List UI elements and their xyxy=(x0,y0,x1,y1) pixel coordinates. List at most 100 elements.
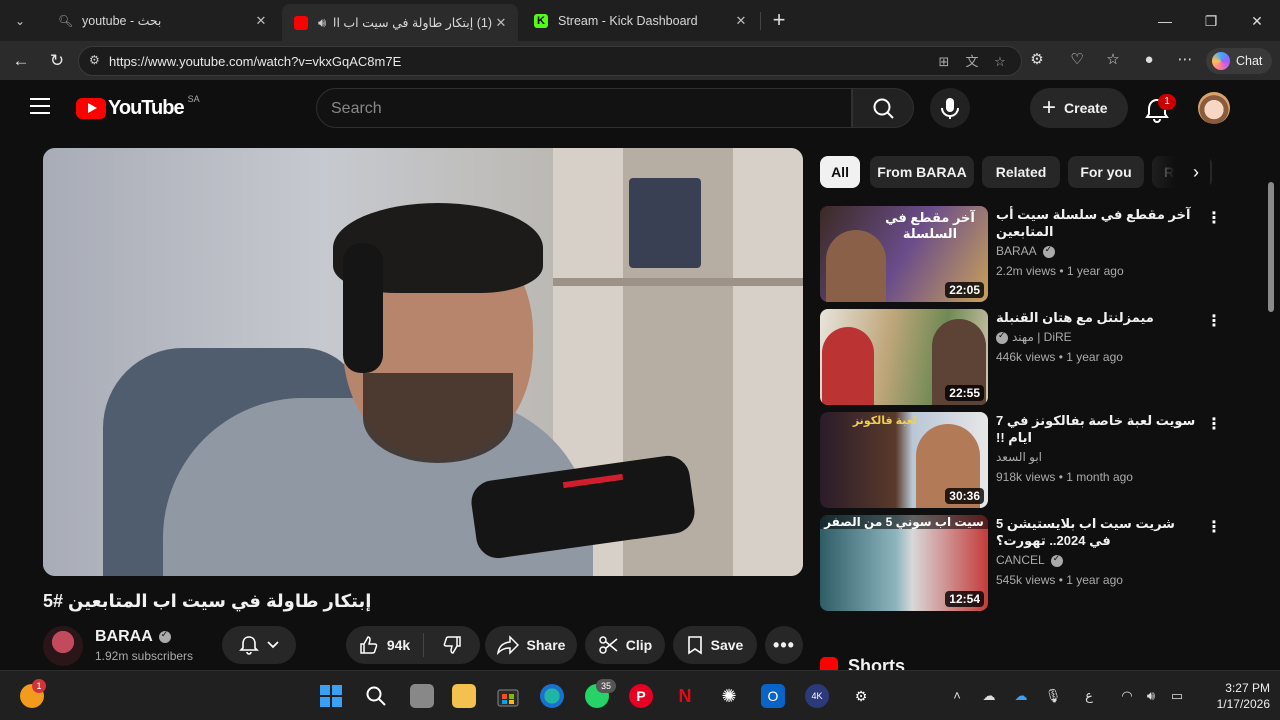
page-scrollbar[interactable] xyxy=(1266,170,1276,670)
input-language-indicator[interactable]: ع xyxy=(1080,687,1098,705)
more-vertical-icon[interactable]: ⋮ xyxy=(1206,519,1222,539)
profile-icon[interactable]: ● xyxy=(1138,49,1160,71)
extensions-icon[interactable]: ⚙ xyxy=(1026,49,1048,71)
task-view-icon[interactable] xyxy=(410,684,434,708)
like-button[interactable]: 94k xyxy=(346,633,424,657)
recommendation-title[interactable]: سويت لعبة خاصة بفالكونز في 7 ايام !! xyxy=(996,412,1196,446)
dislike-button[interactable] xyxy=(424,635,480,655)
reload-button[interactable]: ↻ xyxy=(44,49,70,73)
video-thumbnail[interactable]: سيت اب سوني 5 من الصفر 12:54 xyxy=(820,515,988,611)
youtube-logo[interactable]: YouTube SA xyxy=(76,94,200,120)
more-menu-icon[interactable]: ⋯ xyxy=(1174,49,1196,71)
4k-video-downloader-icon[interactable]: 4K xyxy=(805,684,829,708)
system-clock[interactable]: 3:27 PM 1/17/2026 xyxy=(1200,680,1270,712)
channel-name[interactable]: BARAA xyxy=(95,628,153,645)
youtube-header: YouTube SA Search + Create 1 xyxy=(4,80,1276,136)
thumbnail-person xyxy=(822,327,874,405)
like-count: 94k xyxy=(386,637,411,653)
restore-button[interactable]: ❐ xyxy=(1188,8,1234,34)
close-tab-icon[interactable]: ✕ xyxy=(492,15,510,31)
video-player[interactable] xyxy=(43,148,803,576)
recommendation-channel[interactable]: BARAA xyxy=(996,244,1037,258)
minimize-button[interactable]: — xyxy=(1142,8,1188,34)
voice-search-button[interactable] xyxy=(930,88,970,128)
tab-kick-dashboard[interactable]: K Stream - Kick Dashboard ✕ xyxy=(522,0,758,41)
notification-preferences-button[interactable] xyxy=(222,626,296,664)
app-available-icon[interactable]: ⊞ xyxy=(935,53,953,71)
microphone-icon[interactable]: 🎙︎ xyxy=(1044,687,1062,705)
onedrive-icon[interactable]: ☁ xyxy=(1012,687,1030,705)
channel-avatar[interactable] xyxy=(43,626,83,666)
recommendation-title[interactable]: شريت سيت اب بلايستيشن 5 في 2024.. تهورت؟ xyxy=(996,515,1196,549)
chip-from-channel[interactable]: From BARAA xyxy=(870,156,974,188)
recommendation-channel[interactable]: CANCEL xyxy=(996,553,1045,567)
address-bar[interactable]: ⚙ https://www.youtube.com/watch?v=vkxGqA… xyxy=(78,46,1022,76)
edge-browser-icon[interactable] xyxy=(540,684,564,708)
back-button[interactable]: ← xyxy=(8,49,34,73)
list-item[interactable]: لعبة فالكونز 30:36 سويت لعبة خاصة بفالكو… xyxy=(820,412,1230,508)
video-title: إبتكار طاولة في سيت اب المتابعين #5 xyxy=(43,591,372,611)
search-icon[interactable] xyxy=(364,684,388,708)
chip-for-you[interactable]: For you xyxy=(1068,156,1144,188)
start-windows-icon[interactable] xyxy=(319,684,343,708)
battery-icon[interactable]: ▭ xyxy=(1168,687,1186,705)
new-tab-button[interactable]: + xyxy=(766,8,792,34)
steam-like-app-icon[interactable]: ⚙ xyxy=(849,684,873,708)
save-label: Save xyxy=(710,637,744,653)
list-item[interactable]: سيت اب سوني 5 من الصفر 12:54 شريت سيت اب… xyxy=(820,515,1230,611)
recommendation-channel[interactable]: ابو السعد xyxy=(996,450,1042,464)
pinterest-icon[interactable]: P xyxy=(629,684,653,708)
show-hidden-icons-chevron-icon[interactable]: ˄ xyxy=(948,687,966,705)
tab-video-active[interactable]: 🔊︎ (1) إبتكار طاولة في سيت اب المتابعين … xyxy=(282,4,518,41)
save-button[interactable]: Save xyxy=(673,626,757,664)
list-item[interactable]: آخر مقطع في السلسلة 22:05 آخر مقطع في سل… xyxy=(820,206,1230,302)
close-tab-icon[interactable]: ✕ xyxy=(732,13,750,29)
chevron-right-icon[interactable]: › xyxy=(1184,160,1208,184)
scrollbar-thumb[interactable] xyxy=(1268,182,1274,312)
browser-essentials-icon[interactable]: ♡ xyxy=(1066,49,1088,71)
tab-label: (1) إبتكار طاولة في سيت اب المتابعين xyxy=(334,16,492,30)
favorite-star-icon[interactable]: ☆ xyxy=(991,53,1009,71)
more-vertical-icon[interactable]: ⋮ xyxy=(1206,210,1222,230)
shorts-section-header: Shorts xyxy=(820,656,905,670)
clip-button[interactable]: Clip xyxy=(585,626,665,664)
tab-actions-menu[interactable]: ⌄ xyxy=(6,8,34,34)
tab-youtube-search[interactable]: 🔍︎ youtube - بحث ✕ xyxy=(46,0,278,41)
chatgpt-icon[interactable]: ✺ xyxy=(717,684,741,708)
search-button[interactable] xyxy=(852,88,914,128)
search-input[interactable]: Search xyxy=(316,88,852,128)
close-window-button[interactable]: ✕ xyxy=(1234,8,1280,34)
video-duration: 12:54 xyxy=(945,591,984,607)
translate-icon[interactable]: 文 xyxy=(963,53,981,71)
netflix-icon[interactable]: N xyxy=(673,684,697,708)
video-thumbnail[interactable]: آخر مقطع في السلسلة 22:05 xyxy=(820,206,988,302)
more-vertical-icon[interactable]: ⋮ xyxy=(1206,416,1222,436)
channel-name-row[interactable]: BARAA xyxy=(95,628,171,646)
chip-all[interactable]: All xyxy=(820,156,860,188)
create-button[interactable]: + Create xyxy=(1030,88,1128,128)
more-vertical-icon[interactable]: ⋮ xyxy=(1206,313,1222,333)
cloud-icon[interactable]: ☁ xyxy=(980,687,998,705)
video-thumbnail[interactable]: 22:55 xyxy=(820,309,988,405)
copilot-chat-button[interactable]: Chat xyxy=(1206,48,1272,74)
volume-icon[interactable]: 🔊︎ xyxy=(1142,687,1160,705)
outlook-icon[interactable]: O xyxy=(761,684,785,708)
microsoft-store-icon[interactable] xyxy=(496,684,520,708)
file-explorer-icon[interactable] xyxy=(452,684,476,708)
close-tab-icon[interactable]: ✕ xyxy=(252,13,270,29)
user-avatar[interactable] xyxy=(1198,92,1230,124)
more-actions-button[interactable]: ••• xyxy=(765,626,803,664)
recommendation-title[interactable]: آخر مقطع في سلسلة سيت أب المتابعين xyxy=(996,206,1196,240)
favorites-icon[interactable]: ☆ xyxy=(1102,49,1124,71)
wifi-icon[interactable]: ◠ xyxy=(1118,687,1136,705)
speaker-icon[interactable]: 🔊︎ xyxy=(318,15,326,31)
recommendation-channel[interactable]: مهند | DiRE xyxy=(1012,330,1072,344)
share-button[interactable]: Share xyxy=(485,626,577,664)
list-item[interactable]: 22:55 ميمزلنتل مع هتان القنبلة مهند | Di… xyxy=(820,309,1230,405)
video-thumbnail[interactable]: لعبة فالكونز 30:36 xyxy=(820,412,988,508)
chip-related[interactable]: Related xyxy=(982,156,1060,188)
hamburger-menu-icon[interactable] xyxy=(30,98,50,114)
upload-age: 1 year ago xyxy=(1066,573,1123,587)
recommendation-title[interactable]: ميمزلنتل مع هتان القنبلة xyxy=(996,309,1196,326)
site-info-icon[interactable]: ⚙ xyxy=(89,53,105,69)
